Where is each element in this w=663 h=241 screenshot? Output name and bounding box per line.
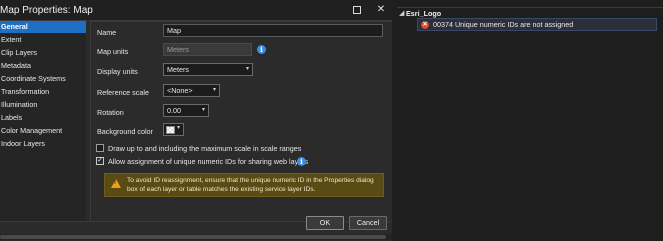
dialog-title: Map Properties: Map: [0, 5, 93, 16]
nav-item-labels[interactable]: Labels: [0, 112, 86, 124]
nav-item-transformation[interactable]: Transformation: [0, 86, 86, 98]
message-row[interactable]: ✕ 00374 Unique numeric IDs are not assig…: [417, 18, 657, 31]
nav-item-metadata[interactable]: Metadata: [0, 60, 86, 72]
warning-icon: !: [111, 179, 121, 188]
ok-button[interactable]: OK: [306, 216, 344, 230]
map-units-field: Meters: [163, 43, 252, 56]
chevron-down-icon: ▾: [212, 87, 216, 93]
close-button[interactable]: ✕: [374, 3, 388, 17]
message-group-title: Esri_Logo: [406, 9, 442, 18]
chevron-down-icon[interactable]: ◢: [399, 9, 404, 17]
name-label: Name: [97, 28, 117, 37]
rotation-value: 0.00: [167, 106, 181, 115]
nav-item-extent[interactable]: Extent: [0, 34, 86, 46]
nav-item-color-management[interactable]: Color Management: [0, 125, 86, 137]
info-icon[interactable]: i: [297, 157, 306, 166]
map-properties-dialog: Map Properties: Map ✕ General Extent Cli…: [0, 0, 392, 241]
draw-up-to-checkbox[interactable]: [96, 144, 104, 152]
info-icon[interactable]: i: [257, 45, 266, 54]
nav-item-clip-layers[interactable]: Clip Layers: [0, 47, 86, 59]
warning-banner: ! To avoid ID reassignment, ensure that …: [104, 173, 384, 197]
name-input[interactable]: Map: [163, 24, 383, 37]
chevron-down-icon: ▾: [201, 107, 205, 113]
messages-panel: ◢ Esri_Logo ✕ 00374 Unique numeric IDs a…: [397, 0, 663, 241]
reference-scale-dropdown[interactable]: <None> ▾: [163, 84, 220, 97]
scrollbar-thumb[interactable]: [0, 235, 386, 239]
allow-ids-label: Allow assignment of unique numeric IDs f…: [108, 157, 309, 166]
display-units-dropdown[interactable]: Meters ▾: [163, 63, 253, 76]
nav-item-general[interactable]: General: [0, 21, 86, 33]
reference-scale-label: Reference scale: [97, 88, 149, 97]
warning-text: To avoid ID reassignment, ensure that th…: [127, 177, 374, 193]
draw-up-to-label: Draw up to and including the maximum sca…: [108, 144, 302, 153]
properties-nav: General Extent Clip Layers Metadata Coor…: [0, 21, 86, 221]
horizontal-scrollbar[interactable]: [0, 234, 392, 240]
allow-ids-checkbox[interactable]: ✓: [96, 157, 104, 165]
dialog-titlebar[interactable]: Map Properties: Map ✕: [0, 0, 392, 21]
color-swatch-icon: [166, 126, 175, 134]
map-units-label: Map units: [97, 47, 129, 56]
nav-item-indoor-layers[interactable]: Indoor Layers: [0, 138, 86, 150]
chevron-down-icon: ▾: [177, 125, 181, 131]
display-units-value: Meters: [167, 65, 189, 74]
message-text: 00374 Unique numeric IDs are not assigne…: [433, 20, 574, 29]
reference-scale-value: <None>: [167, 86, 193, 95]
nav-item-coordinate-systems[interactable]: Coordinate Systems: [0, 73, 86, 85]
close-icon: ✕: [376, 4, 386, 15]
display-units-label: Display units: [97, 67, 138, 76]
rotation-label: Rotation: [97, 108, 124, 117]
cancel-button[interactable]: Cancel: [349, 216, 387, 230]
chevron-down-icon: ▾: [245, 66, 249, 72]
background-color-picker[interactable]: ▾: [163, 123, 184, 136]
maximize-button[interactable]: [350, 3, 364, 17]
maximize-icon: [353, 6, 361, 14]
background-color-label: Background color: [97, 127, 153, 136]
rotation-dropdown[interactable]: 0.00 ▾: [163, 104, 209, 117]
nav-item-illumination[interactable]: Illumination: [0, 99, 86, 111]
error-icon: ✕: [421, 21, 429, 29]
